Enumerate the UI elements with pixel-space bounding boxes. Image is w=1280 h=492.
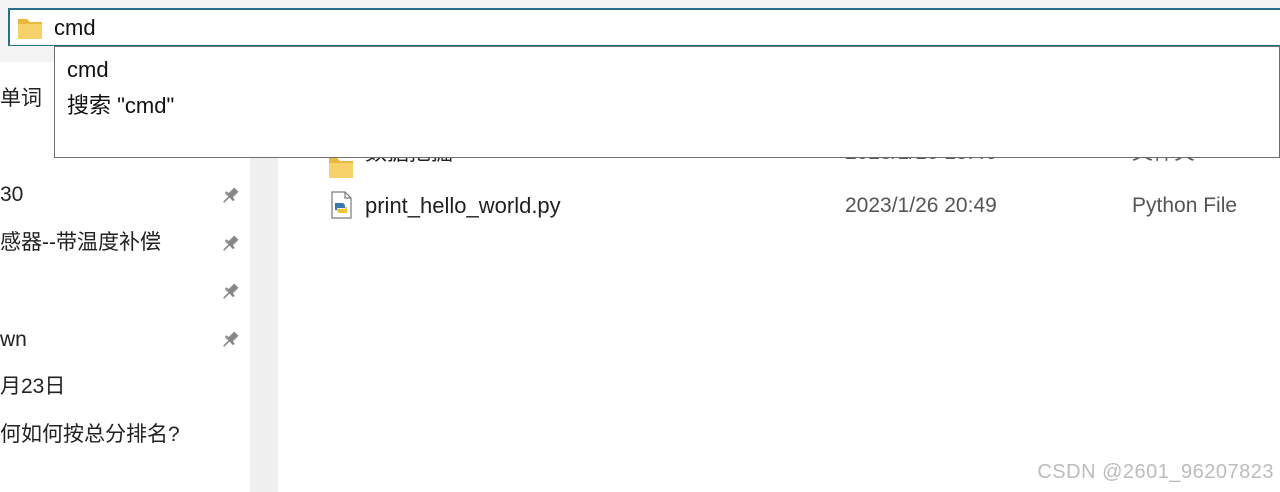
pin-icon[interactable] <box>219 281 241 303</box>
watermark: CSDN @2601_96207823 <box>1037 461 1274 483</box>
pin-icon[interactable] <box>219 185 241 207</box>
sidebar-item[interactable]: wn <box>0 327 27 353</box>
autocomplete-dropdown: cmd 搜索 "cmd" <box>54 46 1280 158</box>
autocomplete-item-search[interactable]: 搜索 "cmd" <box>67 93 174 119</box>
sidebar-item[interactable]: 感器--带温度补偿 <box>0 230 161 256</box>
file-date: 2023/1/26 20:49 <box>845 194 997 217</box>
sidebar-item[interactable]: 30 <box>0 182 23 208</box>
sidebar-item[interactable]: 单词 <box>0 86 42 112</box>
file-name[interactable]: print_hello_world.py <box>365 193 561 219</box>
address-input[interactable]: cmd <box>8 8 1280 46</box>
folder-icon <box>18 19 42 39</box>
pin-icon[interactable] <box>219 329 241 351</box>
autocomplete-item-cmd[interactable]: cmd <box>67 57 109 83</box>
sidebar-item[interactable]: 月23日 <box>0 374 65 400</box>
python-file-icon <box>331 191 352 219</box>
address-text: cmd <box>54 15 96 40</box>
pin-icon[interactable] <box>219 233 241 255</box>
file-type: Python File <box>1132 194 1238 217</box>
sidebar-item[interactable]: 何如何按总分排名? <box>0 422 180 448</box>
